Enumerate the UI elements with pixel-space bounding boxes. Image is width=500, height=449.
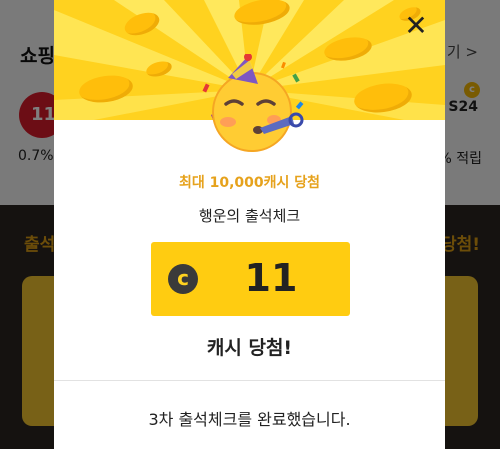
attendance-result-modal: ✕ 최대 10,000캐시 당첨 행운의 출석체크 c 11 캐시 당첨! 3차… [54, 0, 445, 449]
prize-amount-box: c 11 [151, 242, 350, 316]
modal-divider [54, 380, 445, 381]
max-prize-subtitle: 최대 10,000캐시 당첨 [178, 175, 321, 191]
cash-icon: c [168, 264, 198, 294]
event-name: 행운의 출석체크 [198, 207, 301, 225]
completion-message: 3차 출석체크를 완료했습니다. [148, 410, 351, 429]
win-result-text: 캐시 당첨! [206, 337, 293, 359]
prize-amount: 11 [244, 256, 298, 300]
party-face-icon [202, 54, 304, 152]
close-button[interactable]: ✕ [401, 12, 431, 42]
